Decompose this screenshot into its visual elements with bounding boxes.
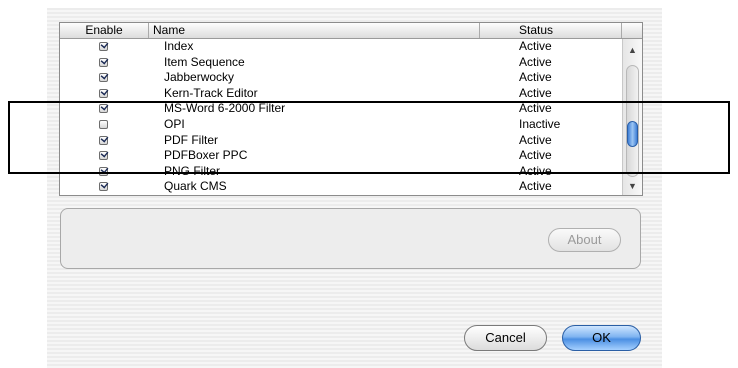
table-row[interactable]: PDF Filter Active [60,133,622,149]
about-button[interactable]: About [548,228,621,252]
xtension-name: PNG Filter [164,163,221,178]
table-body: Index Active Item Sequence Active Jabberwock… [60,39,622,195]
table-row[interactable]: OPI Inactive [60,117,622,133]
table-row[interactable]: Index Active [60,39,622,55]
xtension-name: Index [164,39,194,53]
xtension-name: PDF Filter [164,132,218,147]
enable-checkbox[interactable] [99,151,108,161]
table-row[interactable]: Quark CMS Active [60,179,622,195]
table-row[interactable]: PDFBoxer PPC Active [60,148,622,164]
xtension-status: Active [519,54,552,69]
column-header-name[interactable]: Name [149,23,480,38]
table-row[interactable]: Item Sequence Active [60,55,622,71]
xtension-name: Jabberwocky [164,70,235,85]
enable-checkbox[interactable] [99,166,108,176]
enable-checkbox[interactable] [99,119,108,129]
table-header: Enable Name Status [60,23,642,39]
enable-checkbox[interactable] [99,135,108,145]
xtension-status: Active [519,163,552,178]
table-row[interactable]: Kern-Track Editor Active [60,86,622,102]
xtension-name: OPI [164,116,185,131]
xtension-status: Active [519,85,552,100]
enable-checkbox[interactable] [99,57,108,67]
xtension-name: Kern-Track Editor [164,85,258,100]
cancel-button[interactable]: Cancel [464,325,547,351]
xtension-status: Active [519,179,552,194]
xtension-name: Item Sequence [164,54,245,69]
xtension-name: PDFBoxer PPC [164,148,248,163]
xtension-status: Inactive [519,116,561,131]
ok-button[interactable]: OK [562,325,641,351]
column-header-status[interactable]: Status [480,23,622,38]
vertical-scrollbar[interactable]: ▲ ▼ [622,39,642,195]
table-row[interactable]: PNG Filter Active [60,164,622,180]
arrow-up-icon[interactable]: ▲ [628,45,637,55]
xtension-status: Active [519,70,552,85]
arrow-down-icon[interactable]: ▼ [628,181,637,191]
enable-checkbox[interactable] [99,88,108,98]
xtension-status: Active [519,132,552,147]
xtension-status: Active [519,148,552,163]
table-row[interactable]: Jabberwocky Active [60,70,622,86]
scroll-thumb[interactable] [627,121,638,147]
xtension-status: Active [519,39,552,53]
xtension-name: MS-Word 6-2000 Filter [164,101,286,116]
column-header-enable[interactable]: Enable [60,23,149,38]
enable-checkbox[interactable] [99,182,108,192]
table-row[interactable]: MS-Word 6-2000 Filter Active [60,101,622,117]
xtension-name: Quark CMS [164,179,227,194]
xtensions-table: Enable Name Status Index Active Item Seque… [59,22,643,196]
xtension-status: Active [519,101,552,116]
enable-checkbox[interactable] [99,73,108,83]
enable-checkbox[interactable] [99,104,108,114]
enable-checkbox[interactable] [99,42,108,51]
